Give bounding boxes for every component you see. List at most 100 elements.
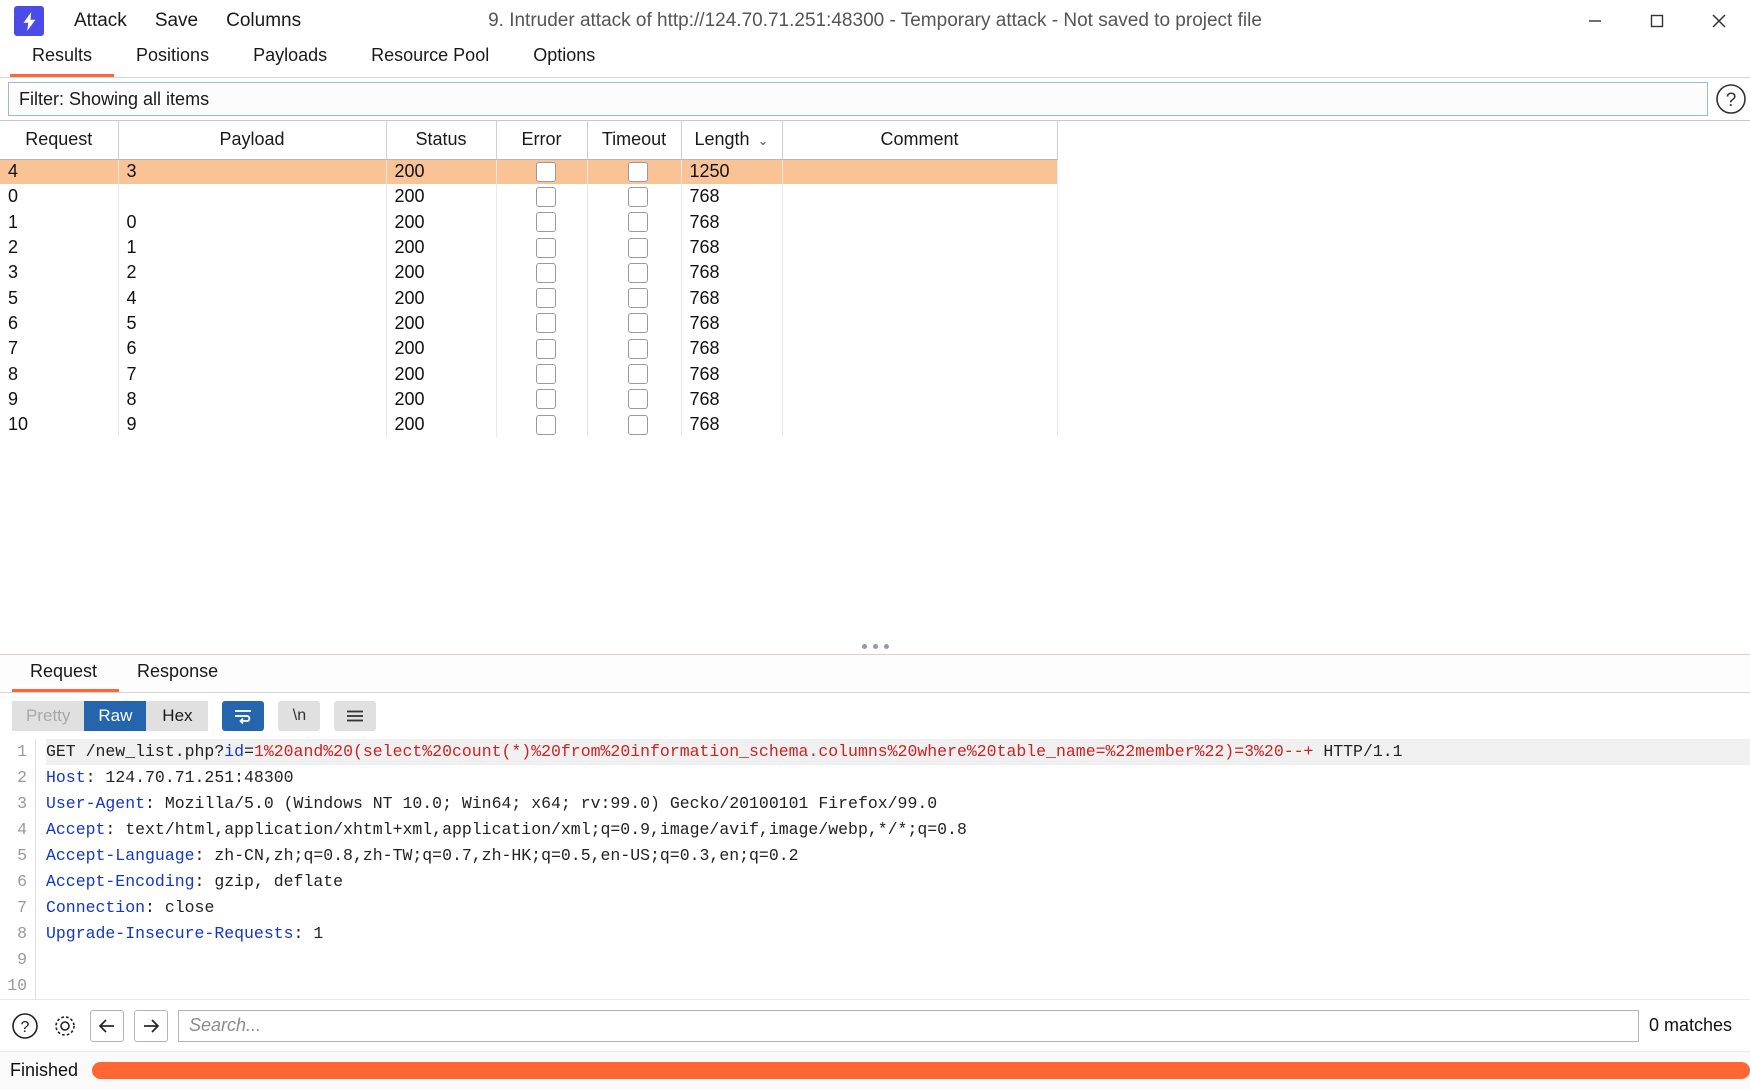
cell-error-checkbox[interactable] xyxy=(496,209,588,235)
checkbox-icon[interactable] xyxy=(535,237,556,258)
tab-payloads[interactable]: Payloads xyxy=(231,41,349,77)
cell-timeout-checkbox[interactable] xyxy=(587,336,682,362)
column-header-status[interactable]: Status xyxy=(386,121,497,160)
column-header-comment[interactable]: Comment xyxy=(782,121,1058,160)
cell-timeout-checkbox[interactable] xyxy=(587,285,682,311)
table-row[interactable]: 0 200 768 xyxy=(0,184,1058,210)
checkbox-icon[interactable] xyxy=(535,389,556,410)
gear-icon[interactable] xyxy=(50,1011,80,1041)
cell-comment xyxy=(782,285,1058,311)
cell-error-checkbox[interactable] xyxy=(496,285,588,311)
cell-error-checkbox[interactable] xyxy=(496,260,588,286)
column-header-payload[interactable]: Payload xyxy=(118,121,387,160)
checkbox-icon[interactable] xyxy=(628,414,648,435)
cell-error-checkbox[interactable] xyxy=(496,336,588,362)
tab-positions[interactable]: Positions xyxy=(114,41,231,77)
table-row[interactable]: 3 2 200 768 xyxy=(0,260,1058,286)
checkbox-icon[interactable] xyxy=(535,288,556,309)
maximize-icon[interactable] xyxy=(1626,0,1688,42)
column-header-timeout[interactable]: Timeout xyxy=(587,121,682,160)
checkbox-icon[interactable] xyxy=(628,364,648,385)
checkbox-icon[interactable] xyxy=(628,313,648,334)
cell-error-checkbox[interactable] xyxy=(496,361,588,387)
checkbox-icon[interactable] xyxy=(628,262,648,283)
checkbox-icon[interactable] xyxy=(535,338,556,359)
cell-error-checkbox[interactable] xyxy=(496,184,588,210)
search-input[interactable] xyxy=(178,1009,1639,1042)
cell-timeout-checkbox[interactable] xyxy=(587,260,682,286)
table-row[interactable]: 10 9 200 768 xyxy=(0,411,1058,438)
cell-timeout-checkbox[interactable] xyxy=(587,159,682,185)
filter-bar[interactable]: Filter: Showing all items xyxy=(8,82,1708,116)
message-editor-pane: Request Response Pretty Raw Hex \n 1 2 3… xyxy=(0,654,1750,999)
table-row[interactable]: 5 4 200 768 xyxy=(0,285,1058,311)
cell-timeout-checkbox[interactable] xyxy=(587,310,682,337)
table-row[interactable]: 9 8 200 768 xyxy=(0,386,1058,412)
checkbox-icon[interactable] xyxy=(628,186,648,207)
search-next-icon[interactable] xyxy=(134,1009,168,1042)
tab-results[interactable]: Results xyxy=(10,41,115,77)
cell-timeout-checkbox[interactable] xyxy=(587,386,682,412)
cell-error-checkbox[interactable] xyxy=(496,234,588,261)
menu-columns[interactable]: Columns xyxy=(212,5,315,37)
checkbox-icon[interactable] xyxy=(628,338,648,359)
cell-error-checkbox[interactable] xyxy=(496,386,588,412)
checkbox-icon[interactable] xyxy=(628,212,648,233)
cell-timeout-checkbox[interactable] xyxy=(587,209,682,235)
cell-error-checkbox[interactable] xyxy=(496,159,588,185)
checkbox-icon[interactable] xyxy=(535,212,556,233)
table-row[interactable]: 2 1 200 768 xyxy=(0,234,1058,261)
column-header-length[interactable]: Length ⌄ xyxy=(681,121,783,160)
results-table-pane[interactable]: Request Payload Status Error Timeout Len… xyxy=(0,120,1750,640)
cell-timeout-checkbox[interactable] xyxy=(587,361,682,387)
tab-response[interactable]: Response xyxy=(119,657,240,692)
menu-attack[interactable]: Attack xyxy=(60,5,141,37)
table-row[interactable]: 7 6 200 768 xyxy=(0,336,1058,362)
filter-row: Filter: Showing all items ? xyxy=(0,78,1750,120)
close-icon[interactable] xyxy=(1688,0,1750,42)
tab-request[interactable]: Request xyxy=(12,657,120,692)
checkbox-icon[interactable] xyxy=(535,186,556,207)
checkbox-icon[interactable] xyxy=(628,389,648,410)
checkbox-icon[interactable] xyxy=(628,161,648,182)
menu-save[interactable]: Save xyxy=(141,5,212,37)
cell-timeout-checkbox[interactable] xyxy=(587,411,682,438)
word-wrap-icon[interactable] xyxy=(222,701,265,731)
table-row[interactable]: 6 5 200 768 xyxy=(0,310,1058,337)
cell-error-checkbox[interactable] xyxy=(496,310,588,337)
checkbox-icon[interactable] xyxy=(535,364,556,385)
checkbox-icon[interactable] xyxy=(535,161,556,182)
cell-request: 9 xyxy=(0,386,119,412)
checkbox-icon[interactable] xyxy=(628,288,648,309)
column-header-error[interactable]: Error xyxy=(496,121,588,160)
search-prev-icon[interactable] xyxy=(90,1009,124,1042)
table-row[interactable]: 8 7 200 768 xyxy=(0,361,1058,387)
checkbox-icon[interactable] xyxy=(535,414,556,435)
tab-resource-pool[interactable]: Resource Pool xyxy=(349,41,511,77)
search-help-icon[interactable]: ? xyxy=(10,1011,40,1041)
cell-comment xyxy=(782,310,1058,337)
line-number: 8 xyxy=(17,924,27,943)
pane-splitter[interactable] xyxy=(0,639,1750,653)
filter-help-icon[interactable]: ? xyxy=(1714,82,1748,116)
cell-timeout-checkbox[interactable] xyxy=(587,184,682,210)
cell-length: 768 xyxy=(681,184,783,210)
checkbox-icon[interactable] xyxy=(628,237,648,258)
cell-timeout-checkbox[interactable] xyxy=(587,234,682,261)
view-raw-button[interactable]: Raw xyxy=(84,701,147,731)
request-code-area[interactable]: 1 2 3 4 5 6 7 8 9 10 GET /new_list.php?id=1%20and… xyxy=(0,739,1750,999)
tab-options[interactable]: Options xyxy=(511,41,617,77)
newline-icon[interactable]: \n xyxy=(278,701,321,731)
table-row[interactable]: 1 0 200 768 xyxy=(0,209,1058,235)
checkbox-icon[interactable] xyxy=(535,313,556,334)
minimize-icon[interactable] xyxy=(1564,0,1626,42)
column-header-request[interactable]: Request xyxy=(0,121,119,160)
table-row[interactable]: 4 3 200 1250 xyxy=(0,159,1058,185)
cell-status: 200 xyxy=(386,285,497,311)
view-pretty-button[interactable]: Pretty xyxy=(12,701,85,731)
view-hex-button[interactable]: Hex xyxy=(146,701,209,731)
cell-error-checkbox[interactable] xyxy=(496,411,588,438)
checkbox-icon[interactable] xyxy=(535,262,556,283)
request-text[interactable]: GET /new_list.php?id=1%20and%20(select%2… xyxy=(36,739,1750,999)
menu-hamburger-icon[interactable] xyxy=(334,701,377,731)
